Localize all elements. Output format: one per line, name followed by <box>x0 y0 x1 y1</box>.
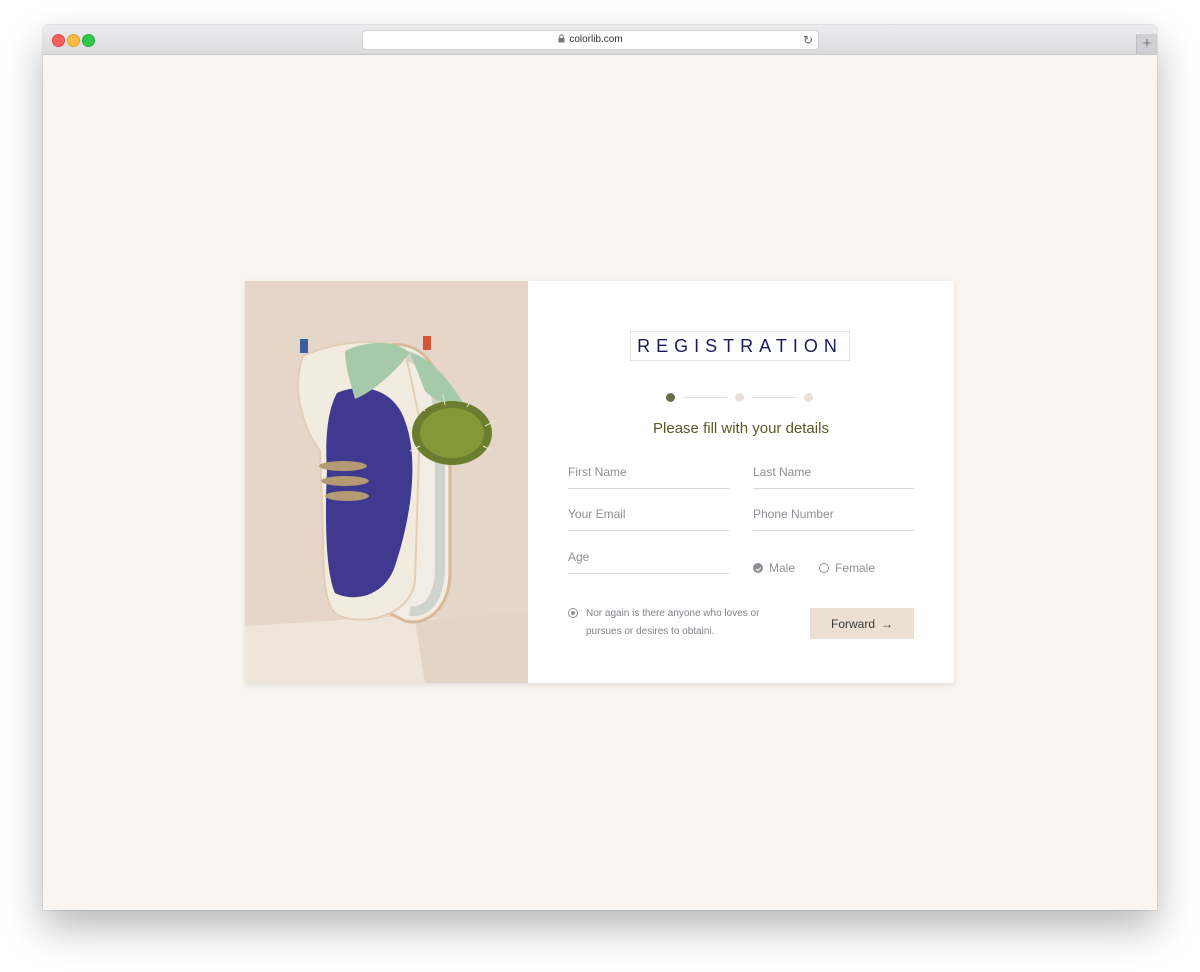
gender-option-male[interactable]: Male <box>753 561 795 575</box>
first-name-input[interactable] <box>568 458 729 486</box>
last-name-field-wrap <box>753 458 914 489</box>
step-1-dot <box>666 393 675 402</box>
email-field-wrap <box>568 500 729 531</box>
gender-female-label: Female <box>835 561 876 575</box>
step-connector <box>683 397 727 398</box>
forward-button[interactable]: Forward → <box>810 608 914 639</box>
forward-button-label: Forward <box>830 616 875 631</box>
agreement-text: Nor again is there anyone who loves or p… <box>586 608 760 637</box>
radio-checked-icon[interactable] <box>753 563 763 573</box>
zoom-window-button[interactable] <box>82 34 95 47</box>
new-tab-button[interactable]: + <box>1136 34 1157 54</box>
agreement-radio[interactable] <box>568 608 578 618</box>
gender-male-label: Male <box>769 561 796 575</box>
registration-title: REGISTRATION <box>630 331 850 361</box>
arrow-right-icon: → <box>881 616 893 631</box>
age-field-wrap <box>568 543 729 574</box>
phone-input[interactable] <box>753 500 914 528</box>
registration-form: REGISTRATION Please fill with your detai… <box>528 281 954 683</box>
minimize-window-button[interactable] <box>67 34 80 47</box>
step-3-dot <box>804 393 813 402</box>
gender-option-female[interactable]: Female <box>819 561 875 575</box>
close-window-button[interactable] <box>52 34 65 47</box>
form-subtitle: Please fill with your details <box>653 420 829 437</box>
registration-card: REGISTRATION Please fill with your detai… <box>245 281 954 683</box>
shoe-cactus-photo <box>245 281 528 683</box>
radio-unchecked-icon[interactable] <box>819 563 829 573</box>
phone-field-wrap <box>753 500 914 531</box>
browser-window: colorlib.com ↻ + REGISTRATION Please fil… <box>43 25 1157 910</box>
step-connector <box>752 397 796 398</box>
step-2-dot <box>735 393 744 402</box>
reload-icon[interactable]: ↻ <box>803 31 813 49</box>
lock-icon <box>558 32 565 50</box>
url-text: colorlib.com <box>569 34 623 45</box>
last-name-input[interactable] <box>753 458 914 486</box>
address-bar[interactable]: colorlib.com ↻ <box>362 30 819 50</box>
age-input[interactable] <box>568 543 729 571</box>
step-indicator <box>666 393 816 403</box>
email-input[interactable] <box>568 500 729 528</box>
browser-titlebar: colorlib.com ↻ + <box>43 25 1157 55</box>
first-name-field-wrap <box>568 458 729 489</box>
